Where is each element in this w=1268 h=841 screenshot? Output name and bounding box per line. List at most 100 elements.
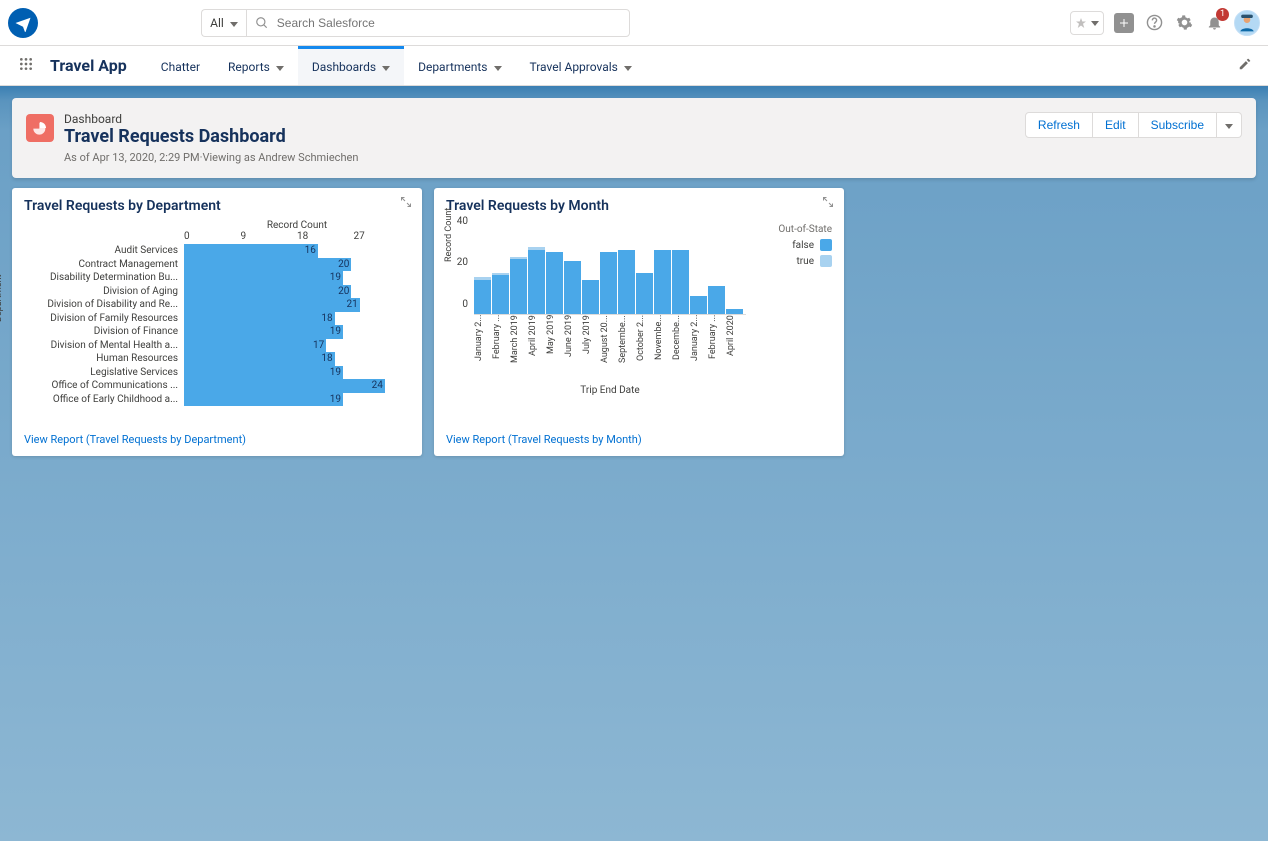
- dashboard-stage: Dashboard Travel Requests Dashboard As o…: [0, 86, 1268, 841]
- bar-fill: 16: [184, 244, 318, 258]
- bar-segment-false: [600, 252, 617, 314]
- bar-value: 18: [321, 353, 334, 364]
- view-report-link[interactable]: View Report (Travel Requests by Month): [446, 433, 642, 446]
- setup-button[interactable]: [1174, 13, 1194, 33]
- chart-column: [474, 277, 491, 314]
- chart-column: [726, 309, 743, 314]
- x-tick-label: July 2019: [582, 315, 599, 381]
- notification-badge: 1: [1216, 8, 1229, 21]
- dashboard-icon: [26, 114, 54, 142]
- chart-column: [708, 286, 725, 314]
- category-label: Division of Finance: [24, 326, 184, 337]
- bar-segment-false: [582, 280, 599, 315]
- legend-swatch-true: [820, 255, 832, 267]
- bar-value: 19: [330, 367, 343, 378]
- tab-chatter[interactable]: Chatter: [147, 46, 214, 85]
- chart-column: [618, 250, 635, 314]
- app-logo-icon: [8, 8, 38, 38]
- more-actions-button[interactable]: [1217, 112, 1242, 138]
- tab-dashboards[interactable]: Dashboards: [298, 46, 404, 85]
- page-meta: As of Apr 13, 2020, 2:29 PM·Viewing as A…: [64, 151, 358, 164]
- bar-value: 19: [330, 272, 343, 283]
- chevron-down-icon: [382, 60, 390, 74]
- bar-track: 20: [184, 258, 410, 272]
- category-label: Legislative Services: [24, 367, 184, 378]
- tab-label: Travel Approvals: [530, 60, 618, 74]
- nav-tabs: Chatter ReportsDashboardsDepartments Trave…: [147, 46, 646, 85]
- x-tick-label: August 20...: [600, 315, 617, 381]
- category-label: Human Resources: [24, 353, 184, 364]
- app-launcher-button[interactable]: [18, 56, 38, 76]
- view-report-link[interactable]: View Report (Travel Requests by Departme…: [24, 433, 246, 446]
- bar-fill: 19: [184, 366, 343, 380]
- page-title: Travel Requests Dashboard: [64, 126, 358, 147]
- search-input[interactable]: [277, 16, 621, 30]
- chart-row: Division of Disability and Re... 21: [24, 298, 410, 312]
- chart-column: [600, 252, 617, 314]
- chart-column: [564, 261, 581, 314]
- search-box[interactable]: [246, 9, 630, 37]
- chart-row: Office of Communications ...24: [24, 379, 410, 393]
- tab-reports[interactable]: Reports: [214, 46, 298, 85]
- chart-column: [546, 252, 563, 314]
- bar-value: 19: [330, 394, 343, 405]
- bar-value: 20: [338, 286, 351, 297]
- category-label: Division of Disability and Re...: [24, 299, 184, 310]
- chart-column: [636, 273, 653, 314]
- vertical-bar-chart: 40200: [474, 222, 746, 314]
- edit-button[interactable]: Edit: [1093, 112, 1139, 138]
- personalize-nav-button[interactable]: [1238, 57, 1252, 75]
- subscribe-button[interactable]: Subscribe: [1139, 112, 1217, 138]
- bar-value: 16: [305, 245, 318, 256]
- bar-value: 17: [313, 340, 326, 351]
- refresh-button[interactable]: Refresh: [1025, 112, 1093, 138]
- category-label: Office of Early Childhood a...: [24, 394, 184, 405]
- bar-value: 21: [347, 299, 360, 310]
- user-avatar[interactable]: [1234, 10, 1260, 36]
- avatar-icon: [1237, 13, 1257, 33]
- chevron-down-icon: [624, 60, 632, 74]
- tab-departments[interactable]: Departments: [404, 46, 515, 85]
- chart-row: Disability Determination Bu...19: [24, 271, 410, 285]
- horizontal-bar-chart: Record Count091827Audit Services16Contra…: [24, 220, 410, 406]
- expand-button[interactable]: [400, 196, 412, 212]
- category-label: Office of Communications ...: [24, 380, 184, 391]
- app-nav: Travel App ChatterReportsDashboardsDepar…: [0, 46, 1268, 86]
- page-header-text: Dashboard Travel Requests Dashboard As o…: [64, 112, 358, 164]
- chart-row: Division of Finance19: [24, 325, 410, 339]
- expand-button[interactable]: [822, 196, 834, 212]
- x-tick-label: April 2019: [528, 315, 545, 381]
- bar-track: 17: [184, 339, 410, 353]
- legend: Out-of-State false true: [778, 224, 832, 271]
- bar-segment-false: [564, 261, 581, 314]
- legend-label: true: [797, 256, 814, 267]
- card-title: Travel Requests by Month: [446, 198, 832, 214]
- chart-row: Office of Early Childhood a... 19: [24, 393, 410, 407]
- chart-column: [528, 247, 545, 314]
- notifications-button[interactable]: 1: [1204, 13, 1224, 33]
- bar-segment-false: [708, 286, 725, 314]
- chart-column: [690, 296, 707, 314]
- x-tick-label: January 2...: [474, 315, 491, 381]
- search-scope-dropdown[interactable]: All: [201, 9, 246, 37]
- tab-label: Chatter: [161, 60, 200, 74]
- bar-track: 24: [184, 379, 410, 393]
- bar-fill: 21: [184, 298, 360, 312]
- legend-title: Out-of-State: [778, 224, 832, 235]
- bar-fill: 18: [184, 312, 335, 326]
- favorites-button[interactable]: [1070, 11, 1104, 35]
- tab-travel-approvals[interactable]: Travel Approvals: [516, 46, 646, 85]
- chart-column: [492, 273, 509, 314]
- y-axis-ticks: 40200: [450, 216, 468, 310]
- global-add-button[interactable]: [1114, 13, 1134, 33]
- search-scope-label: All: [210, 16, 224, 30]
- x-tick-label: March 2019: [510, 315, 527, 381]
- record-type: Dashboard: [64, 112, 358, 126]
- bar-fill: 18: [184, 352, 335, 366]
- x-tick-label: Decembe...: [672, 315, 689, 381]
- x-tick-label: Novembe...: [654, 315, 671, 381]
- bar-segment-false: [528, 250, 545, 314]
- help-button[interactable]: [1144, 13, 1164, 33]
- x-tick-label: October 2...: [636, 315, 653, 381]
- gear-icon: [1176, 14, 1193, 31]
